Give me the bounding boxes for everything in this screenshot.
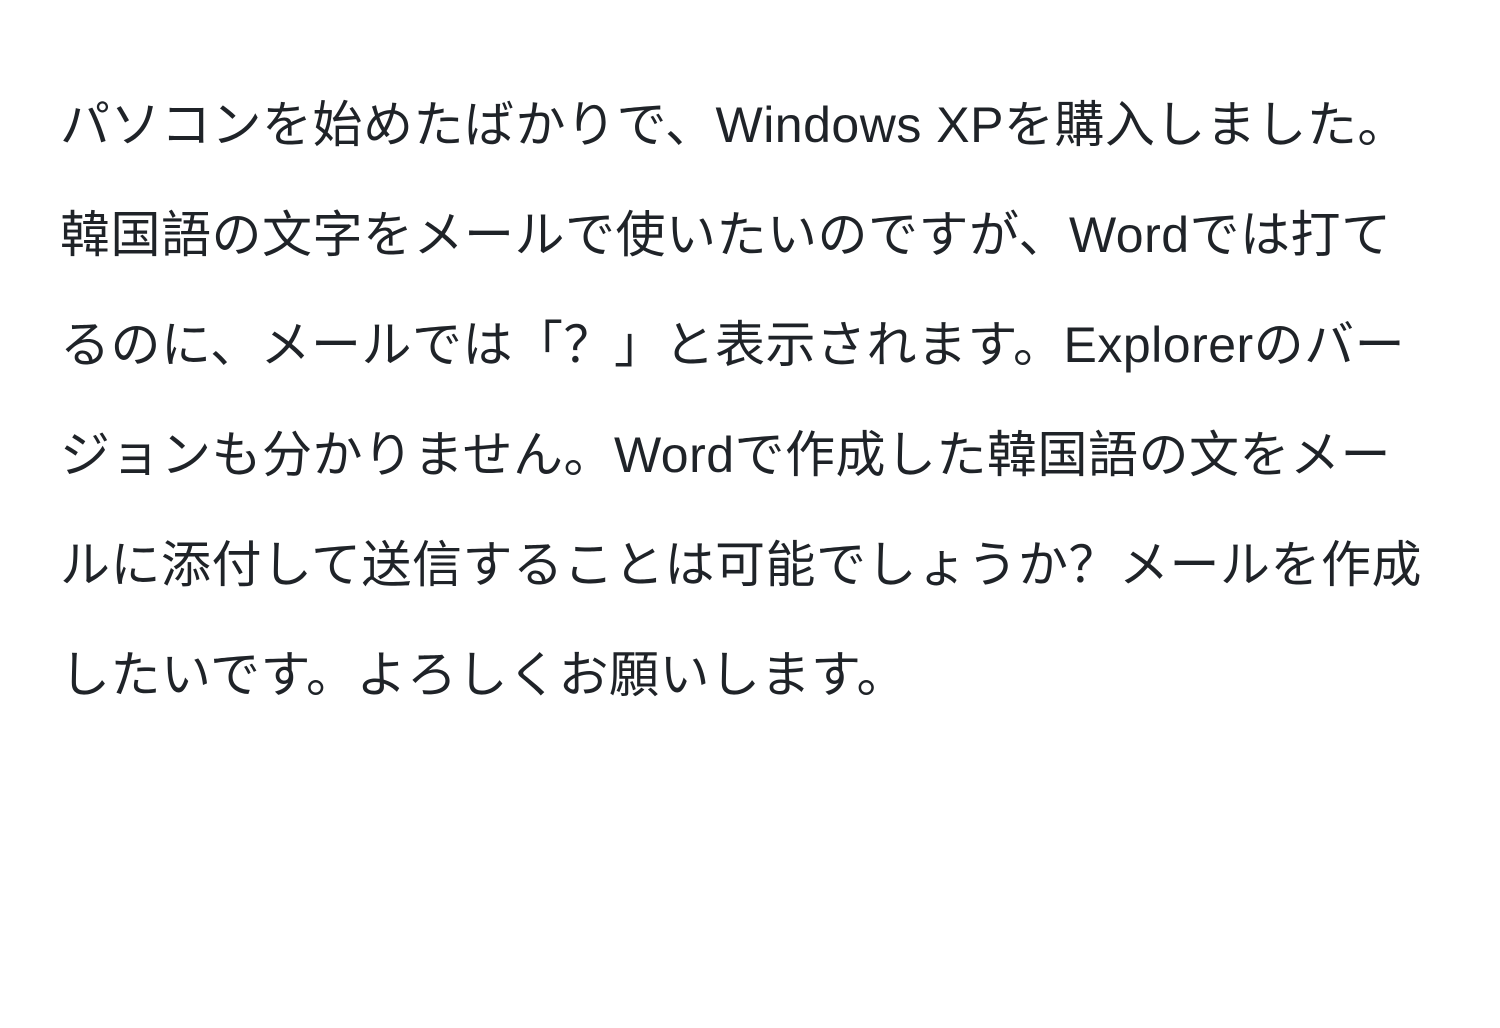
body-paragraph: パソコンを始めたばかりで、Windows XPを購入しました。韓国語の文字をメー… [60, 70, 1440, 730]
